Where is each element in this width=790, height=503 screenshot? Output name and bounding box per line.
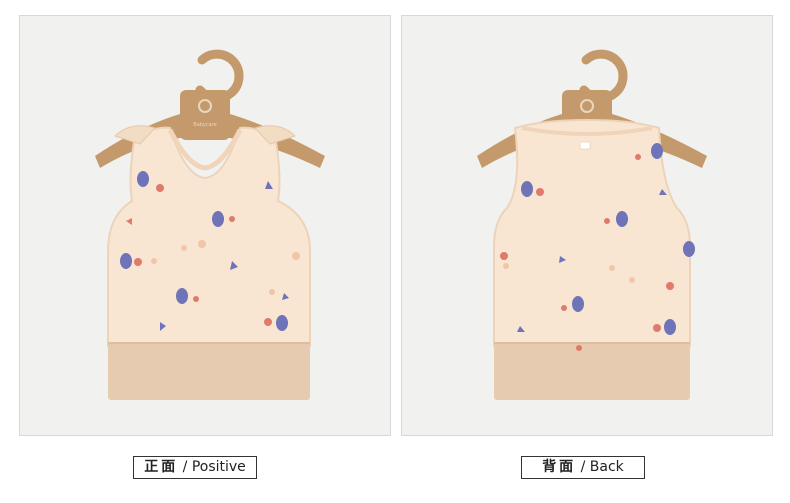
front-view-panel: Babycare bbox=[19, 15, 391, 436]
tank-top-back-image: Babycare bbox=[477, 49, 707, 400]
hanger-icon: Babycare bbox=[95, 49, 325, 168]
front-caption-en: / Positive bbox=[178, 459, 246, 475]
front-caption-zh: 正面 bbox=[144, 459, 179, 475]
back-view-panel: Babycare bbox=[401, 15, 773, 436]
front-caption: 正面 / Positive bbox=[133, 456, 257, 479]
back-caption-en: / Back bbox=[576, 459, 624, 475]
tank-top-front-image: Babycare bbox=[95, 49, 325, 400]
back-caption: 背面 / Back bbox=[521, 456, 645, 479]
back-caption-zh: 背面 bbox=[542, 459, 577, 475]
svg-text:Babycare: Babycare bbox=[193, 122, 216, 128]
